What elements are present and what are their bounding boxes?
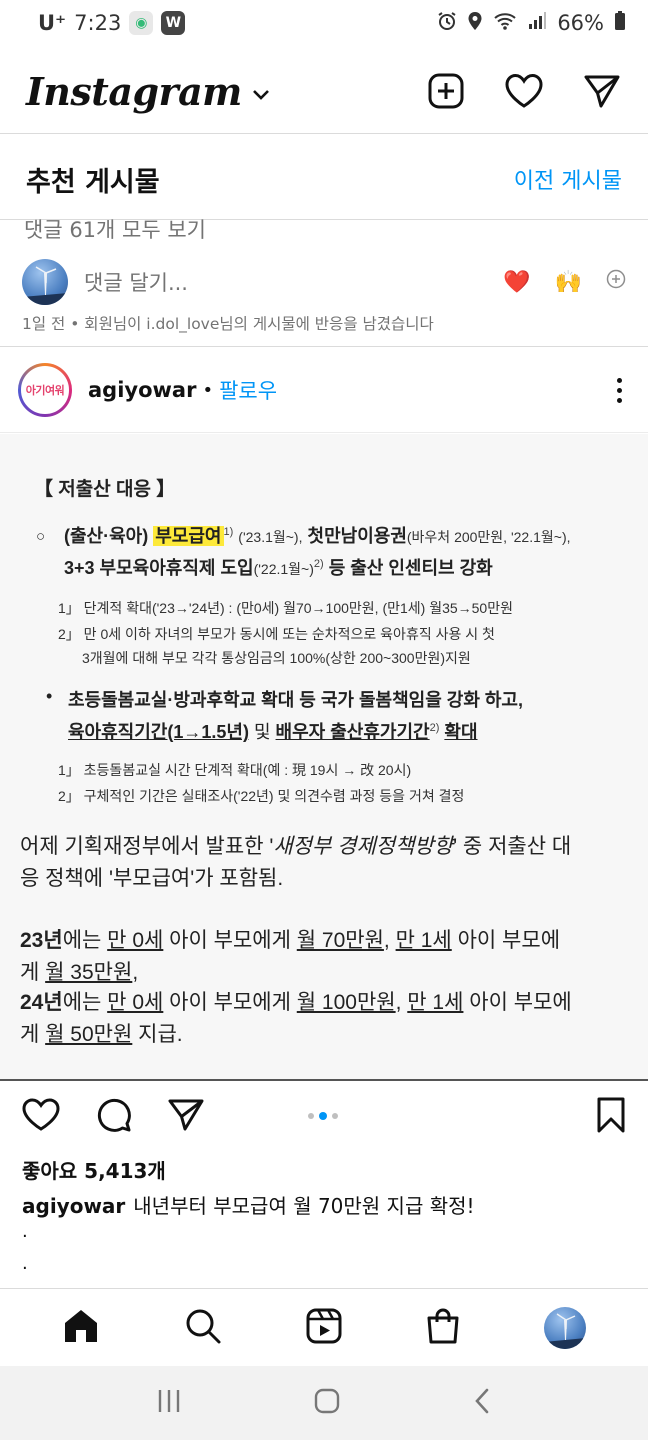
bottom-navigation [0,1288,648,1366]
home-icon[interactable] [62,1308,100,1348]
location-icon [467,11,483,36]
system-navigation-bar [0,1366,648,1440]
add-emoji-icon[interactable] [606,269,626,295]
app-header: Instagram [0,62,648,120]
carousel-dot [332,1113,338,1119]
hand-note-5: 24년에는 만 0세 아이 부모에게 월 100만원, 만 1세 아이 부모에 [20,991,572,1014]
previous-posts-link[interactable]: 이전 게시물 [514,163,622,195]
comment-bubble-icon[interactable] [96,1097,132,1137]
create-post-icon[interactable] [426,71,466,111]
document-image: 【 저출산 대응 】 ○ (출산·육아) 부모급여 1) ('23.1월~), 첫… [0,434,648,1080]
heart-emoji-react[interactable]: ❤️ [503,270,530,295]
w-notification-icon: W [161,11,186,35]
post-divider [0,346,648,347]
carousel-dot [308,1113,314,1119]
view-all-comments-link[interactable]: 댓글 61개 모두 보기 [24,214,206,244]
raised-hands-emoji-react[interactable]: 🙌 [555,270,582,295]
follow-button[interactable]: 팔로우 [219,375,277,405]
add-comment-row: 댓글 달기... ❤️ 🙌 [22,258,626,306]
doc-note-2b: 3개월에 대해 부모 각각 통상임금의 100%(상한 200~300만원)지원 [82,650,471,666]
heart-icon[interactable] [504,71,544,111]
doc-note-2a: 2」 만 0세 이하 자녀의 부모가 동시에 또는 순차적으로 육아휴직 사용 … [58,626,495,642]
carousel-dot [319,1112,327,1120]
doc-line-3: 초등돌봄교실·방과후학교 확대 등 국가 돌봄책임을 강화 하고, [68,690,523,710]
battery-icon [614,10,626,36]
post-image[interactable]: 【 저출산 대응 】 ○ (출산·육아) 부모급여 1) ('23.1월~), 첫… [0,434,648,1080]
caption-text: 내년부터 부모급여 월 70만원 지급 확정! [133,1194,475,1218]
post-caption: agiyowar 내년부터 부모급여 월 70만원 지급 확정! [22,1190,475,1219]
battery-label: 66% [557,11,604,35]
like-heart-icon[interactable] [22,1098,60,1136]
doc-note-1: 1」 단계적 확대('23→'24년) : (만0세) 월70→100만원, (… [58,600,513,616]
hand-note-2: 응 정책에 '부모급여'가 포함됨. [20,867,284,890]
likes-count[interactable]: 좋아요 5,413개 [22,1155,166,1184]
my-avatar [22,259,68,305]
doc-bullet: ○ [36,528,46,545]
wifi-icon [493,11,517,36]
clock: 7:23 [74,11,122,35]
recent-apps-icon[interactable] [156,1388,182,1418]
save-bookmark-icon[interactable] [596,1097,626,1137]
chevron-down-icon[interactable] [252,86,270,105]
doc-title: 【 저출산 대응 】 [34,479,176,500]
caption-dot-1: · [22,1226,28,1247]
image-bottom-border [0,1079,648,1081]
direct-message-icon[interactable] [582,71,622,111]
doc-bullet-2: • [46,686,53,706]
share-icon[interactable] [168,1098,204,1136]
alarm-icon [437,11,457,36]
signal-icon [527,11,547,36]
reels-icon[interactable] [306,1308,342,1348]
header-divider [0,133,648,134]
instagram-logo[interactable]: Instagram [26,69,242,114]
doc-line-4: 육아휴직기간(1→1.5년) 및 배우자 출산휴가기간2) 확대 [68,722,478,742]
doc-note-3: 1」 초등돌봄교실 시간 단계적 확대(예 : 現 19시 → 改 20시) [58,762,412,778]
search-icon[interactable] [184,1307,222,1349]
activity-notice: 1일 전 • 회원님이 i.dol_love님의 게시물에 반응을 남겼습니다 [22,315,434,333]
post-author-avatar[interactable]: 아기여워 [18,363,72,417]
carousel-indicator [308,1112,338,1120]
post-header: 아기여워 agiyowar • 팔로우 [18,362,630,418]
hand-note-1: 어제 기획재정부에서 발표한 '새정부 경제정책방향' 중 저출산 대 [20,835,572,858]
doc-line-2: 3+3 부모육아휴직제 도입('22.1월~)2) 등 출산 인센티브 강화 [64,558,493,578]
home-button-icon[interactable] [313,1387,341,1419]
suggested-posts-bar: 추천 게시물 이전 게시물 [0,152,648,206]
shop-bag-icon[interactable] [426,1308,460,1348]
hand-note-6: 게 월 50만원 지급. [20,1023,183,1046]
image-top-divider [0,432,648,433]
post-author-avatar-text: 아기여워 [21,366,69,414]
hand-note-4: 게 월 35만원, [20,961,139,984]
hand-note-3: 23년에는 만 0세 아이 부모에게 월 70만원, 만 1세 아이 부모에 [20,929,561,952]
carrier-label: U⁺ [38,11,67,35]
post-actions [22,1096,626,1138]
more-options-icon[interactable] [609,374,630,407]
caption-dot-2: · [22,1258,28,1279]
post-username[interactable]: agiyowar [88,378,196,402]
doc-note-4: 2」 구체적인 기간은 실태조사('22년) 및 의견수렴 과정 등을 거쳐 결… [58,788,465,804]
caption-username[interactable]: agiyowar [22,1194,125,1218]
back-icon[interactable] [472,1387,492,1419]
separator-dot: • [202,379,214,401]
doc-line-1: (출산·육아) 부모급여 1) ('23.1월~), 첫만남이용권(바우처 200… [64,526,571,546]
suggested-posts-title: 추천 게시물 [26,166,160,198]
maps-notification-icon: ◉ [129,11,154,35]
comment-input[interactable]: 댓글 달기... [84,267,188,297]
profile-avatar[interactable] [544,1306,586,1349]
status-bar: U⁺ 7:23 ◉ W 66% [0,0,648,46]
